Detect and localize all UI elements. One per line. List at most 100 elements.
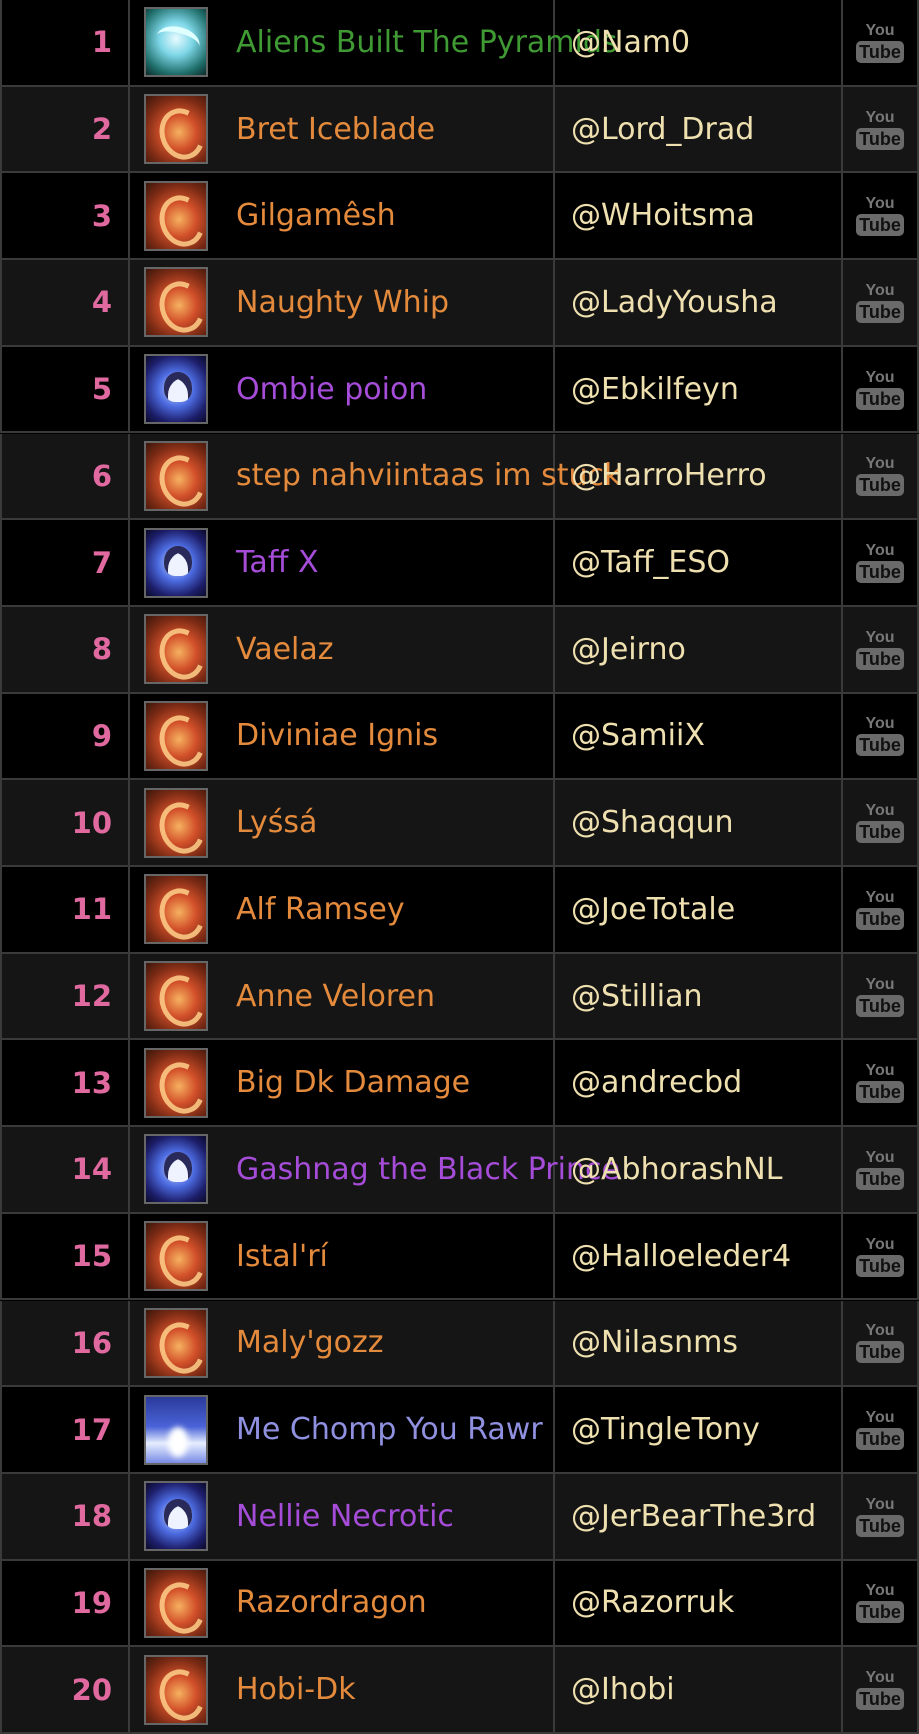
character-name-link[interactable]: Nellie Necrotic xyxy=(236,1499,454,1534)
youtube-cell: You Tube xyxy=(841,1647,919,1732)
youtube-icon[interactable]: You Tube xyxy=(856,274,904,330)
table-row[interactable]: 6 step nahviintaas im stuck @HarroHerro You… xyxy=(0,433,919,521)
character-name-link[interactable]: Ombie poion xyxy=(236,372,427,407)
youtube-icon[interactable]: You Tube xyxy=(856,795,904,851)
character-name-link[interactable]: Alf Ramsey xyxy=(236,892,405,927)
character-name-link[interactable]: Me Chomp You Rawr xyxy=(236,1412,543,1447)
youtube-icon[interactable]: You Tube xyxy=(856,14,904,70)
youtube-icon[interactable]: You Tube xyxy=(856,1141,904,1197)
table-row[interactable]: 20 Hobi-Dk @Ihobi You Tube xyxy=(0,1647,919,1734)
youtube-icon-tube: Tube xyxy=(856,214,904,237)
character-cell: Anne Veloren xyxy=(128,953,553,1039)
table-row[interactable]: 13 Big Dk Damage @andrecbd You Tube xyxy=(0,1040,919,1128)
character-name-link[interactable]: Anne Veloren xyxy=(236,979,435,1014)
character-name-link[interactable]: Diviniae Ignis xyxy=(236,718,438,753)
youtube-icon[interactable]: You Tube xyxy=(856,101,904,157)
character-name-link[interactable]: Naughty Whip xyxy=(236,285,449,320)
account-name: @JoeTotale xyxy=(571,891,736,927)
table-row[interactable]: 1 Aliens Built The Pyramids @Nam0 You Tube xyxy=(0,0,919,87)
rank-cell: 10 xyxy=(0,780,128,865)
youtube-icon[interactable]: You Tube xyxy=(856,361,904,417)
account-cell: @LadyYousha xyxy=(553,260,841,345)
table-row[interactable]: 18 Nellie Necrotic @JerBearThe3rd You Tube xyxy=(0,1473,919,1561)
character-name-link[interactable]: Lyśsá xyxy=(236,805,317,840)
youtube-icon[interactable]: You Tube xyxy=(856,1402,904,1458)
youtube-icon-tube: Tube xyxy=(856,40,904,63)
account-cell: @HarroHerro xyxy=(553,433,841,519)
account-name: @Nilasnms xyxy=(571,1325,738,1361)
character-name-link[interactable]: Big Dk Damage xyxy=(236,1065,470,1100)
table-row[interactable]: 8 Vaelaz @Jeirno You Tube xyxy=(0,606,919,694)
youtube-icon[interactable]: You Tube xyxy=(856,448,904,504)
rank-number: 20 xyxy=(71,1672,112,1707)
account-cell: @AbhorashNL xyxy=(553,1127,841,1212)
table-row[interactable]: 4 Naughty Whip @LadyYousha You Tube xyxy=(0,260,919,347)
youtube-icon-you: You xyxy=(865,1235,895,1253)
table-row[interactable]: 3 Gilgamêsh @WHoitsma You Tube xyxy=(0,173,919,261)
table-row[interactable]: 10 Lyśsá @Shaqqun You Tube xyxy=(0,780,919,867)
character-name-link[interactable]: Razordragon xyxy=(236,1585,427,1620)
table-row[interactable]: 2 Bret Iceblade @Lord_Drad You Tube xyxy=(0,86,919,174)
youtube-icon-you: You xyxy=(865,1322,895,1340)
youtube-icon[interactable]: You Tube xyxy=(856,1488,904,1544)
character-name-link[interactable]: Aliens Built The Pyramids xyxy=(236,25,618,60)
youtube-icon[interactable]: You Tube xyxy=(856,621,904,677)
character-name-link[interactable]: Istal'rí xyxy=(236,1239,328,1274)
youtube-icon[interactable]: You Tube xyxy=(856,1575,904,1631)
character-name-link[interactable]: Gilgamêsh xyxy=(236,198,396,233)
youtube-cell: You Tube xyxy=(841,1213,919,1299)
account-cell: @Razorruk xyxy=(553,1560,841,1646)
table-row[interactable]: 11 Alf Ramsey @JoeTotale You Tube xyxy=(0,867,919,954)
youtube-icon-tube: Tube xyxy=(856,647,904,670)
table-row[interactable]: 12 Anne Veloren @Stillian You Tube xyxy=(0,953,919,1041)
youtube-icon-you: You xyxy=(865,975,895,993)
youtube-icon[interactable]: You Tube xyxy=(856,535,904,591)
character-name-link[interactable]: Taff X xyxy=(236,545,319,580)
rank-number: 3 xyxy=(91,198,112,233)
table-row[interactable]: 7 Taff X @Taff_ESO You Tube xyxy=(0,520,919,607)
account-name: @SamiiX xyxy=(571,718,705,754)
youtube-icon-you: You xyxy=(865,1409,895,1427)
youtube-icon[interactable]: You Tube xyxy=(856,1228,904,1284)
character-cell: Aliens Built The Pyramids xyxy=(128,0,618,85)
youtube-icon-you: You xyxy=(865,21,895,39)
character-name-link[interactable]: Vaelaz xyxy=(236,632,334,667)
youtube-icon[interactable]: You Tube xyxy=(856,881,904,937)
fire-icon xyxy=(144,700,208,771)
table-row[interactable]: 16 Maly'gozz @Nilasnms You Tube xyxy=(0,1300,919,1388)
character-name-link[interactable]: step nahviintaas im stuck xyxy=(236,458,621,493)
account-name: @TingleTony xyxy=(571,1412,760,1448)
account-name: @WHoitsma xyxy=(571,198,755,234)
youtube-icon[interactable]: You Tube xyxy=(856,1055,904,1111)
youtube-icon[interactable]: You Tube xyxy=(856,1315,904,1371)
youtube-icon[interactable]: You Tube xyxy=(856,968,904,1024)
account-cell: @Ebkilfeyn xyxy=(553,346,841,432)
account-name: @Ebkilfeyn xyxy=(571,371,739,407)
skull-icon xyxy=(144,1481,208,1552)
account-cell: @Lord_Drad xyxy=(553,86,841,172)
table-row[interactable]: 14 Gashnag the Black Prince @AbhorashNL You… xyxy=(0,1127,919,1214)
youtube-icon[interactable]: You Tube xyxy=(856,188,904,244)
character-name-link[interactable]: Bret Iceblade xyxy=(236,112,435,147)
rank-number: 9 xyxy=(91,718,112,753)
table-row[interactable]: 15 Istal'rí @Halloeleder4 You Tube xyxy=(0,1213,919,1301)
rank-cell: 7 xyxy=(0,520,128,605)
table-row[interactable]: 17 Me Chomp You Rawr @TingleTony You Tube xyxy=(0,1387,919,1474)
fire-icon xyxy=(144,180,208,251)
account-cell: @TingleTony xyxy=(553,1387,841,1472)
youtube-icon-tube: Tube xyxy=(856,387,904,410)
table-row[interactable]: 9 Diviniae Ignis @SamiiX You Tube xyxy=(0,693,919,781)
leaderboard-table: 1 Aliens Built The Pyramids @Nam0 You Tube 2 B… xyxy=(0,0,919,1734)
table-row[interactable]: 5 Ombie poion @Ebkilfeyn You Tube xyxy=(0,346,919,434)
youtube-icon[interactable]: You Tube xyxy=(856,1662,904,1718)
account-name: @Shaqqun xyxy=(571,805,734,841)
fire-icon xyxy=(144,1047,208,1118)
table-row[interactable]: 19 Razordragon @Razorruk You Tube xyxy=(0,1560,919,1648)
character-name-link[interactable]: Maly'gozz xyxy=(236,1325,384,1360)
character-name-link[interactable]: Hobi-Dk xyxy=(236,1672,356,1707)
character-cell: Naughty Whip xyxy=(128,260,553,345)
youtube-icon[interactable]: You Tube xyxy=(856,708,904,764)
account-name: @Halloeleder4 xyxy=(571,1238,792,1274)
fire-icon xyxy=(144,1654,208,1725)
character-name-link[interactable]: Gashnag the Black Prince xyxy=(236,1152,620,1187)
